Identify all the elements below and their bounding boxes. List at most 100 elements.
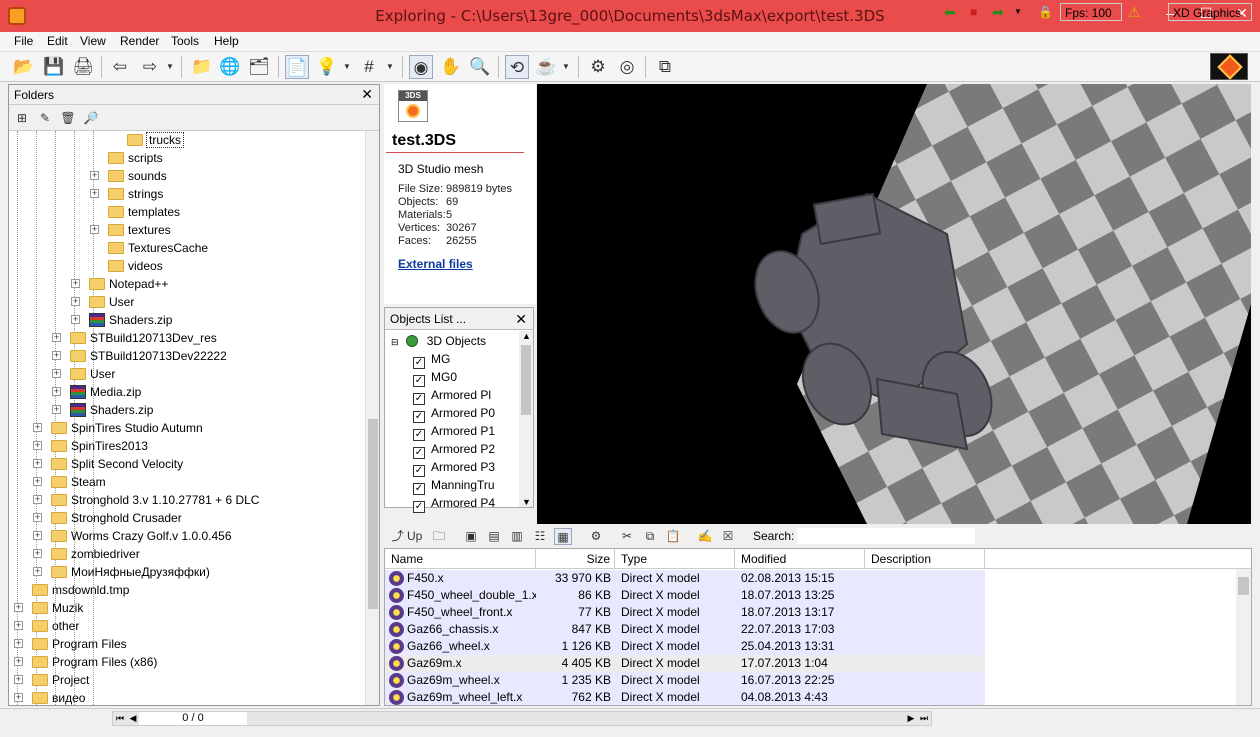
menu-edit[interactable]: Edit <box>47 34 68 48</box>
document-view-icon[interactable]: 📄 <box>285 55 309 79</box>
next-page-icon[interactable]: ▶ <box>905 712 917 725</box>
expand-icon[interactable]: + <box>14 675 23 684</box>
scrollbar-thumb[interactable] <box>1238 577 1249 595</box>
file-row[interactable]: Gaz66_wheel.x 1 126 KB Direct X model 25.04… <box>385 638 1237 655</box>
object-checkbox[interactable]: ✓ <box>413 501 425 513</box>
object-item[interactable]: ✓ MG0 <box>413 368 457 387</box>
object-item[interactable]: ✓ ManningTru <box>413 476 495 495</box>
menu-render[interactable]: Render <box>120 34 159 48</box>
expand-icon[interactable]: + <box>14 603 23 612</box>
object-item[interactable]: ✓ Armored P4 <box>413 494 495 513</box>
folder-tree[interactable]: trucks scripts + sounds + strings templates + te… <box>9 131 365 705</box>
folder-tree-item[interactable]: videos <box>108 257 163 275</box>
file-row[interactable]: Gaz69m.x 4 405 KB Direct X model 17.07.2013… <box>385 655 1237 672</box>
forward-arrow-icon[interactable]: ⇨ <box>138 55 162 79</box>
folder-tree-item[interactable]: + textures <box>90 221 171 239</box>
light-bulb-icon[interactable]: 💡 <box>315 55 339 79</box>
expand-icon[interactable]: + <box>52 351 61 360</box>
first-page-icon[interactable]: ⏮ <box>113 712 127 725</box>
play-forward-icon[interactable]: ➡ <box>992 3 1004 21</box>
file-row[interactable]: F450_wheel_double_1.x 86 KB Direct X model… <box>385 587 1237 604</box>
column-description[interactable]: Description <box>865 549 985 569</box>
expand-icon[interactable]: + <box>90 189 99 198</box>
folder-tree-item[interactable]: msdownld.tmp <box>32 581 129 599</box>
folder-tree-item[interactable]: + Notepad++ <box>71 275 168 293</box>
renderer-label[interactable]: XD Graphics <box>1168 3 1252 21</box>
view-large-icon[interactable]: ▤ <box>485 528 503 545</box>
orbit-icon[interactable]: ◉ <box>409 55 433 79</box>
print-icon[interactable]: 🖨 <box>71 55 95 79</box>
expand-icon[interactable]: + <box>52 405 61 414</box>
properties-gear-icon[interactable]: ⚙ <box>587 528 605 545</box>
stop-icon[interactable]: ■ <box>970 3 977 21</box>
expand-icon[interactable]: + <box>14 639 23 648</box>
column-type[interactable]: Type <box>615 549 735 569</box>
expand-icon[interactable]: + <box>14 621 23 630</box>
view-details-icon[interactable]: ▦ <box>554 528 572 545</box>
expand-icon[interactable]: ⊟ <box>391 333 403 351</box>
expand-icon[interactable]: + <box>71 279 80 288</box>
close-icon[interactable]: ✕ <box>361 86 373 103</box>
column-name[interactable]: Name <box>385 549 536 569</box>
file-row[interactable]: Gaz66_chassis.x 847 KB Direct X model 22.07… <box>385 621 1237 638</box>
expand-icon[interactable]: + <box>14 693 23 702</box>
folder-tree-item[interactable]: + Stronghold 3.v 1.10.27781 + 6 DLC <box>33 491 259 509</box>
file-row[interactable]: F450.x 33 970 KB Direct X model 02.08.2013 … <box>385 570 1237 587</box>
object-item[interactable]: ✓ Armored P3 <box>413 458 495 477</box>
folder-tree-item[interactable]: + Worms Crazy Golf.v 1.0.0.456 <box>33 527 232 545</box>
folder-icon[interactable]: 📁 <box>190 55 214 79</box>
new-folder-icon[interactable]: ⊞ <box>13 109 31 127</box>
teapot-dropdown-icon[interactable]: ▼ <box>562 55 570 79</box>
up-button[interactable]: ⤴ Up <box>390 528 424 545</box>
scroll-up-icon[interactable]: ▲ <box>522 331 531 341</box>
folder-view-icon[interactable]: 🗀 <box>430 528 448 545</box>
expand-icon[interactable]: + <box>33 531 42 540</box>
paste-icon[interactable]: 📋 <box>664 528 682 545</box>
object-item[interactable]: ✓ MG <box>413 350 450 369</box>
back-arrow-icon[interactable]: ⇦ <box>108 55 132 79</box>
view-thumbnails-icon[interactable]: ▣ <box>462 528 480 545</box>
expand-icon[interactable]: + <box>33 513 42 522</box>
fullscreen-icon[interactable]: ⧉ <box>653 55 677 79</box>
open-folder-icon[interactable]: 📂 <box>12 55 36 79</box>
folder-tree-item[interactable]: + Shaders.zip <box>52 401 153 419</box>
expand-icon[interactable]: + <box>52 387 61 396</box>
menu-help[interactable]: Help <box>214 34 239 48</box>
folder-tree-item[interactable]: + sounds <box>90 167 167 185</box>
zoom-icon[interactable]: 🔍 <box>468 55 492 79</box>
column-modified[interactable]: Modified <box>735 549 865 569</box>
file-row[interactable]: Gaz69m_wheel.x 1 235 KB Direct X model 16.0… <box>385 672 1237 689</box>
expand-icon[interactable]: + <box>52 333 61 342</box>
grid-icon[interactable]: # <box>357 55 381 79</box>
save-icon[interactable]: 💾 <box>42 55 66 79</box>
expand-icon[interactable]: + <box>33 459 42 468</box>
folder-tree-item[interactable]: + Stronghold Crusader <box>33 509 182 527</box>
folder-tree-item[interactable]: + zombiedriver <box>33 545 140 563</box>
folder-tree-item[interactable]: + other <box>14 617 79 635</box>
delete-icon[interactable]: ☒ <box>719 528 737 545</box>
camera-icon[interactable]: ◎ <box>615 55 639 79</box>
cut-icon[interactable]: ✂ <box>618 528 636 545</box>
folder-tree-item[interactable]: + Program Files (x86) <box>14 653 157 671</box>
menu-file[interactable]: File <box>14 34 33 48</box>
folder-tree-item[interactable]: + Program Files <box>14 635 127 653</box>
edit-folder-icon[interactable]: ✎ <box>36 109 54 127</box>
folder-tree-item[interactable]: trucks <box>127 131 185 149</box>
expand-icon[interactable]: + <box>90 225 99 234</box>
expand-icon[interactable]: + <box>90 171 99 180</box>
rename-icon[interactable]: ✍ <box>696 528 714 545</box>
folder-tree-item[interactable]: + Media.zip <box>52 383 141 401</box>
folder-tree-item[interactable]: + Split Second Velocity <box>33 455 183 473</box>
menu-tools[interactable]: Tools <box>171 34 199 48</box>
teapot-icon[interactable]: ☕ <box>534 55 558 79</box>
folder-tree-item[interactable]: + Steam <box>33 473 106 491</box>
folder-tree-item[interactable]: + User <box>52 365 115 383</box>
forward-dropdown-icon[interactable]: ▼ <box>166 55 174 79</box>
copy-icon[interactable]: ⧉ <box>641 528 659 545</box>
expand-icon[interactable]: + <box>33 549 42 558</box>
status-scrollbar[interactable]: ⏮ ◀ 0 / 0 ▶ ⏭ <box>112 711 932 726</box>
object-item[interactable]: ✓ Armored P0 <box>413 404 495 423</box>
globe-icon[interactable]: 🌐 <box>218 55 242 79</box>
settings-gear-icon[interactable]: ⚙ <box>586 55 610 79</box>
expand-icon[interactable]: + <box>33 477 42 486</box>
